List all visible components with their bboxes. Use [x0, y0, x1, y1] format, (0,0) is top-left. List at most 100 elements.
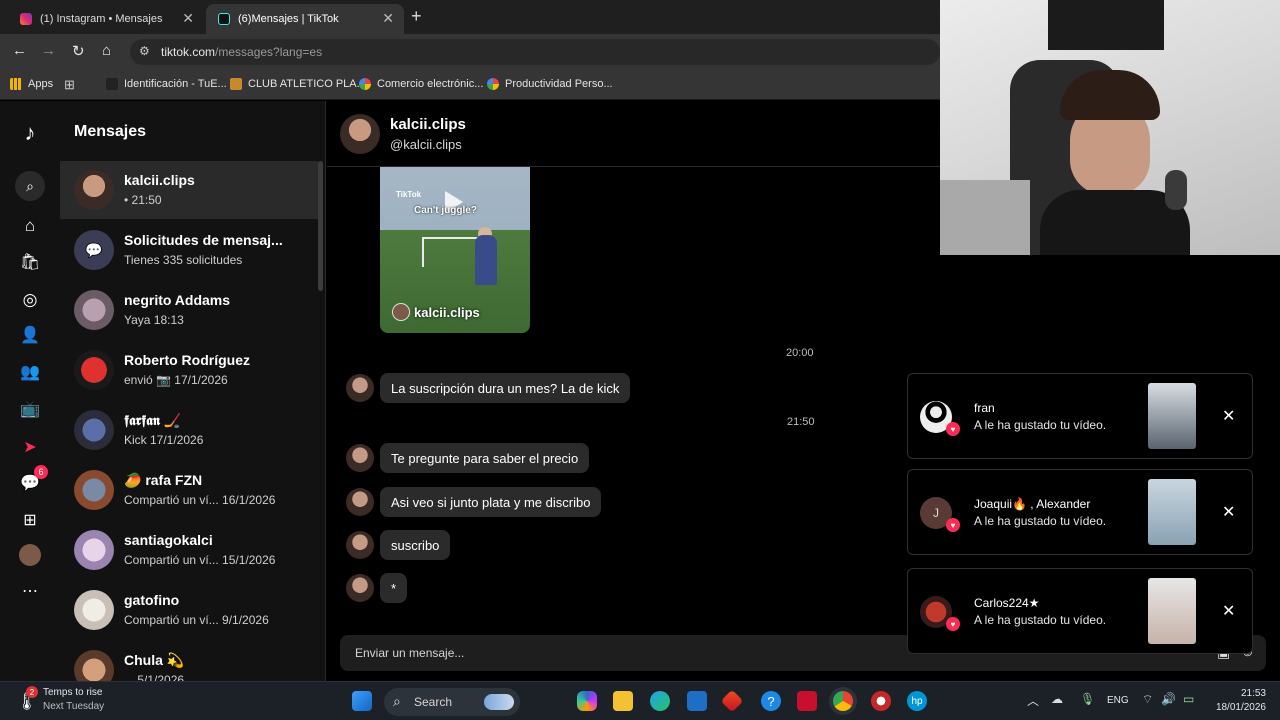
home-icon[interactable]: ⌂: [102, 42, 111, 59]
wifi-icon[interactable]: ⌔: [1142, 692, 1153, 707]
notification-card[interactable]: ♥ fran A le ha gustado tu vídeo. ✕: [907, 373, 1253, 459]
site-info-icon[interactable]: ⚙: [139, 44, 150, 58]
video-thumbnail[interactable]: [1148, 479, 1196, 545]
avatar: [74, 530, 114, 570]
following-icon[interactable]: 👤: [18, 323, 42, 347]
store-icon[interactable]: [687, 691, 707, 711]
avatar: [74, 650, 114, 681]
edge-icon[interactable]: [650, 691, 670, 711]
tab-label: (6)Mensajes | TikTok: [238, 13, 339, 25]
copilot-icon[interactable]: [577, 691, 597, 711]
clock-time[interactable]: 21:53: [1226, 688, 1266, 699]
close-tab-icon[interactable]: ✕: [382, 10, 394, 27]
webcam-monitor: [1048, 0, 1164, 50]
friends-icon[interactable]: 👥: [18, 360, 42, 384]
message-avatar: [346, 531, 374, 559]
close-tab-icon[interactable]: ✕: [182, 10, 194, 27]
tiktok-logo-icon[interactable]: ♪: [18, 120, 42, 145]
search-highlight-icon: [484, 694, 514, 710]
conversation-item[interactable]: santiagokalci Compartió un ví... 15/1/20…: [60, 521, 318, 579]
video-thumbnail[interactable]: [1148, 383, 1196, 449]
video-thumbnail[interactable]: [1148, 578, 1196, 644]
conversation-scrollbar[interactable]: [318, 161, 323, 291]
conversation-item[interactable]: gatofino Compartió un ví... 9/1/2026: [60, 581, 318, 639]
chevron-up-icon[interactable]: ︿: [1027, 692, 1039, 709]
close-icon[interactable]: ✕: [1222, 502, 1235, 522]
google-icon: [487, 78, 499, 90]
explore-icon[interactable]: ◎: [18, 288, 42, 312]
chat-avatar[interactable]: [340, 114, 380, 154]
browser-tab-bar: (1) Instagram • Mensajes ✕ (6)Mensajes |…: [0, 0, 940, 34]
address-bar-row: ← → ↻ ⌂ ⚙ tiktok.com/messages?lang=es: [0, 34, 940, 70]
upload-icon[interactable]: ⊞: [18, 508, 42, 532]
shared-video-card[interactable]: TikTok Can't juggle? kalcii.clips: [380, 167, 530, 333]
notification-card[interactable]: J ♥ Joaquii🔥 , Alexander A le ha gustado…: [907, 469, 1253, 555]
club-shield-icon: [230, 78, 242, 90]
message-bubble: La suscripción dura un mes? La de kick: [380, 373, 631, 403]
windows-start-icon[interactable]: [352, 691, 372, 711]
shop-icon[interactable]: 🛍: [18, 250, 42, 274]
chat-name[interactable]: kalcii.clips: [390, 116, 466, 133]
weather-widget[interactable]: 🌡 2: [16, 686, 40, 713]
file-explorer-icon[interactable]: [613, 691, 633, 711]
mcafee-icon[interactable]: [797, 691, 817, 711]
tab-groups-icon[interactable]: ⊞: [64, 77, 75, 93]
timestamp: 21:50: [787, 416, 815, 428]
message-input-placeholder: Enviar un mensaje...: [355, 646, 465, 660]
apps-grid-icon: [10, 78, 22, 90]
volume-icon[interactable]: 🔊: [1161, 692, 1176, 706]
message-avatar: [346, 574, 374, 602]
battery-icon[interactable]: ▭: [1183, 692, 1194, 706]
live-icon[interactable]: 📺: [18, 397, 42, 421]
weather-title[interactable]: Temps to rise: [43, 687, 102, 698]
help-icon[interactable]: ?: [761, 691, 781, 711]
forward-icon[interactable]: →: [41, 42, 56, 59]
video-goal: [422, 237, 482, 267]
heart-icon: ♥: [946, 617, 960, 631]
tab-tiktok[interactable]: (6)Mensajes | TikTok ✕: [206, 4, 404, 34]
chat-handle: @kalcii.clips: [390, 137, 462, 152]
chrome-icon[interactable]: [833, 691, 853, 711]
bookmark-productividad[interactable]: Productividad Perso...: [487, 78, 613, 90]
url-input[interactable]: ⚙ tiktok.com/messages?lang=es: [130, 39, 940, 65]
conversation-item[interactable]: 🥭 rafa FZN Compartió un ví... 16/1/2026: [60, 461, 318, 519]
onedrive-icon[interactable]: ☁: [1051, 692, 1063, 706]
conversation-item[interactable]: 𝖋𝖆𝖗𝖋𝖆𝖓 🏒 Kick 17/1/2026: [60, 401, 318, 459]
new-tab-icon[interactable]: +: [411, 6, 422, 27]
message-requests-item[interactable]: 💬 Solicitudes de mensaj... Tienes 335 so…: [60, 221, 318, 279]
hp-icon[interactable]: hp: [907, 691, 927, 711]
microphone-icon[interactable]: 🎙: [1080, 692, 1095, 706]
avatar: [74, 170, 114, 210]
home-icon[interactable]: ⌂: [18, 214, 42, 238]
tab-instagram[interactable]: (1) Instagram • Mensajes ✕: [8, 4, 204, 34]
taskbar-search[interactable]: ⌕ Search: [384, 688, 520, 716]
conversation-list: Mensajes kalcii.clips • 21:50 💬 Solicitu…: [60, 101, 326, 681]
bookmark-apps[interactable]: Apps: [10, 78, 53, 90]
send-icon[interactable]: ➤: [18, 435, 42, 459]
bookmark-comercio[interactable]: Comercio electrónic...: [359, 78, 483, 90]
bookmark-identificacion[interactable]: Identificación - TuE...: [106, 78, 227, 90]
app-ball-icon[interactable]: [871, 691, 891, 711]
app-diamond-icon[interactable]: [720, 689, 744, 713]
search-icon: ⌕: [393, 693, 401, 709]
close-icon[interactable]: ✕: [1222, 601, 1235, 621]
back-icon[interactable]: ←: [12, 42, 27, 59]
language-indicator[interactable]: ENG: [1107, 695, 1129, 706]
reload-icon[interactable]: ↻: [72, 42, 85, 60]
conversation-item[interactable]: kalcii.clips • 21:50: [60, 161, 318, 219]
bookmarks-bar: Apps ⊞ Identificación - TuE... CLUB ATLE…: [0, 70, 940, 100]
more-icon[interactable]: ⋯: [18, 579, 42, 603]
conversation-item[interactable]: Roberto Rodríguez envió 📷 17/1/2026: [60, 341, 318, 399]
clock-date[interactable]: 18/01/2026: [1200, 702, 1266, 713]
weather-subtitle[interactable]: Next Tuesday: [43, 701, 104, 712]
message-bubble: Te pregunte para saber el precio: [380, 443, 590, 473]
close-icon[interactable]: ✕: [1222, 406, 1235, 426]
notification-card[interactable]: ♥ Carlos224★ A le ha gustado tu vídeo. ✕: [907, 568, 1253, 654]
messages-icon[interactable]: 💬 6: [18, 465, 48, 495]
profile-avatar[interactable]: [19, 544, 41, 566]
bookmark-club-atletico[interactable]: CLUB ATLETICO PLA...: [230, 78, 366, 90]
message-bubble: suscribo: [380, 530, 451, 560]
conversation-item[interactable]: Chula 💫 ... 5/1/2026: [60, 641, 318, 681]
conversation-item[interactable]: negrito Addams Yaya 18:13: [60, 281, 318, 339]
search-icon[interactable]: ⌕: [15, 171, 45, 201]
